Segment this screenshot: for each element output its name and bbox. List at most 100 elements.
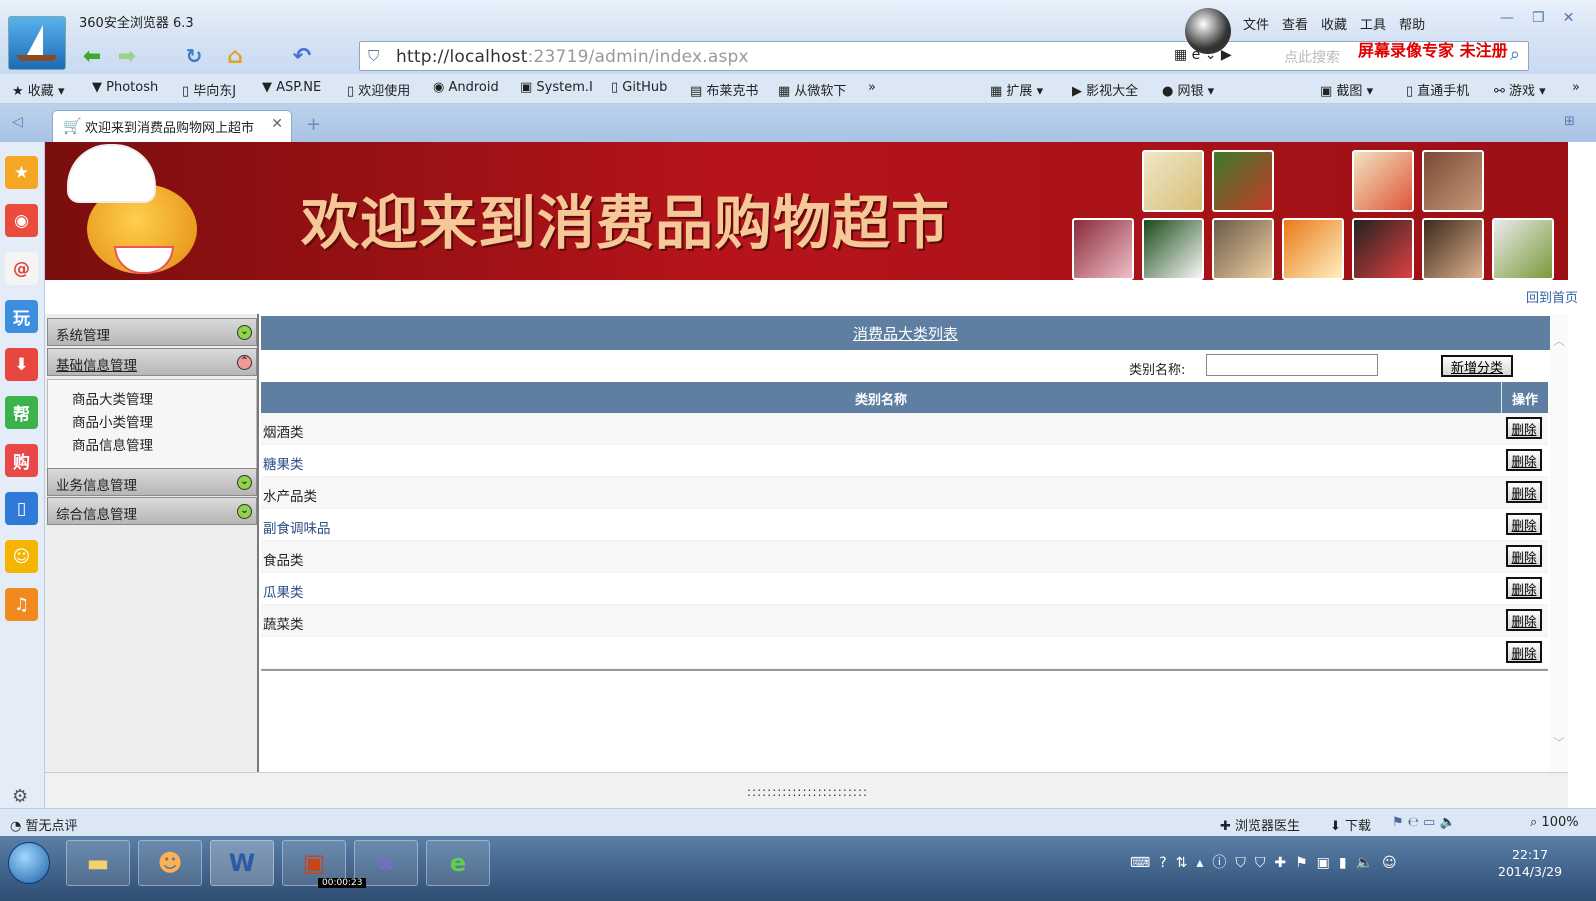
taskbar-app-icon[interactable]: ☻: [138, 840, 202, 886]
submenu-product-management[interactable]: 商品信息管理: [72, 434, 256, 457]
main-content: 消费品大类列表 类别名称: 新增分类 类别名称 操作 烟酒类 删除 糖果类 删除 水…: [261, 314, 1550, 772]
side-dock: ★ ◉ @ 玩 ⬇ 帮 购 ▯ ☺ ♫: [0, 142, 45, 822]
list-title-link[interactable]: 消费品大类列表: [853, 325, 958, 343]
back-arrow-icon[interactable]: ⬅: [78, 42, 106, 70]
reader-icon[interactable]: ▯: [5, 492, 38, 525]
download-icon[interactable]: ⬇: [5, 348, 38, 381]
menu-tools[interactable]: 工具: [1360, 14, 1386, 33]
bookmark-favorites[interactable]: ★ 收藏 ▾: [12, 80, 64, 99]
scroll-down-icon[interactable]: ﹀: [1553, 734, 1565, 751]
weibo-icon[interactable]: ◉: [5, 204, 38, 237]
bookmark-microsoft[interactable]: ▦ 从微软下: [778, 80, 846, 99]
sidebar-toggle-icon[interactable]: ◁: [12, 114, 23, 130]
bookmark-blake[interactable]: ▤ 布莱克书: [690, 80, 758, 99]
restore-icon[interactable]: ❐: [1532, 10, 1545, 26]
emoji-icon[interactable]: ☺: [5, 540, 38, 573]
frame-resize-handle[interactable]: ::::::::::::::::::::::::: [747, 785, 868, 799]
app-title: 360安全浏览器 6.3: [79, 16, 194, 31]
toolbar-phone[interactable]: ▯ 直通手机: [1406, 80, 1469, 99]
address-bar[interactable]: ⛉ http://localhost:23719/admin/index.asp…: [359, 41, 1529, 71]
toolbar-extensions[interactable]: ▦ 扩展 ▾: [990, 80, 1043, 99]
back-home-link[interactable]: 回到首页: [1526, 287, 1578, 306]
close-window-icon[interactable]: ✕: [1563, 10, 1575, 26]
address-url[interactable]: http://localhost:23719/admin/index.aspx: [396, 47, 749, 67]
tab-list-icon[interactable]: ⊞: [1564, 114, 1575, 129]
menu-section-general-info[interactable]: 综合信息管理 ⌄: [47, 497, 257, 525]
delete-button[interactable]: 删除: [1506, 417, 1542, 439]
delete-button[interactable]: 删除: [1506, 481, 1542, 503]
tab-bar: ◁ 🛒 欢迎来到消费品购物网上超市 ✕ + ⊞: [0, 104, 1596, 142]
bookmark-android[interactable]: ◉ Android: [433, 80, 499, 95]
menu-section-business-info[interactable]: 业务信息管理 ⌄: [47, 468, 257, 496]
delete-button[interactable]: 删除: [1506, 513, 1542, 535]
music-icon[interactable]: ♫: [5, 588, 38, 621]
category-name-input[interactable]: [1206, 354, 1378, 376]
start-button[interactable]: [8, 842, 50, 884]
delete-button[interactable]: 删除: [1506, 577, 1542, 599]
close-tab-icon[interactable]: ✕: [271, 116, 283, 132]
toolbar-more-icon[interactable]: »: [1572, 80, 1580, 95]
browser-doctor[interactable]: ✚ 浏览器医生: [1220, 815, 1300, 834]
scroll-up-icon[interactable]: ︿: [1553, 332, 1565, 349]
bookmark-system[interactable]: ▣ System.I: [520, 80, 593, 95]
delete-button[interactable]: 删除: [1506, 609, 1542, 631]
chef-mascot-icon: [49, 146, 199, 276]
toolbar-video[interactable]: ▶ 影视大全: [1072, 80, 1138, 99]
bookmarks-more-icon[interactable]: »: [868, 80, 876, 95]
table-row: 烟酒类 删除: [261, 413, 1548, 445]
play-icon[interactable]: 玩: [5, 300, 38, 333]
taskbar-browser-icon[interactable]: e: [426, 840, 490, 886]
refresh-icon[interactable]: ↻: [180, 42, 208, 70]
shopping-icon[interactable]: 购: [5, 444, 38, 477]
rating-status[interactable]: ◔ 暂无点评: [10, 815, 78, 834]
vertical-scrollbar[interactable]: ︿ ﹀: [1550, 314, 1568, 772]
new-tab-icon[interactable]: +: [306, 114, 321, 135]
add-category-button[interactable]: 新增分类: [1441, 355, 1513, 377]
tab-title: 欢迎来到消费品购物网上超市: [85, 121, 255, 136]
settings-gear-icon[interactable]: ⚙: [12, 786, 28, 807]
taskbar-clock[interactable]: 22:17 2014/3/29: [1498, 846, 1562, 880]
search-icon[interactable]: ⌕: [1510, 44, 1520, 65]
table-row: 蔬菜类 删除: [261, 605, 1548, 637]
bookmark-welcome[interactable]: ▯ 欢迎使用: [347, 80, 410, 99]
system-tray-icons[interactable]: ⌨?⇅▴ⓘ⛉⛉✚⚑▣▮🔈☺: [1130, 852, 1406, 872]
submenu-category-management[interactable]: 商品大类管理: [72, 388, 256, 411]
bookmarks-bar: ★ 收藏 ▾ ▼ Photosh ▯ 毕向东J ▼ ASP.NE ▯ 欢迎使用 …: [0, 74, 1596, 104]
windows-taskbar: ▬ ☻ W ▣ ∞ e 00:00:23 ⌨?⇅▴ⓘ⛉⛉✚⚑▣▮🔈☺ 22:17…: [0, 836, 1596, 901]
minimize-icon[interactable]: —: [1500, 10, 1514, 26]
basic-info-submenu: 商品大类管理 商品小类管理 商品信息管理: [47, 379, 257, 479]
bookmark-photoshop[interactable]: ▼ Photosh: [92, 80, 158, 95]
delete-button[interactable]: 删除: [1506, 545, 1542, 567]
bookmark-aspnet[interactable]: ▼ ASP.NE: [262, 80, 321, 95]
category-grid: 烟酒类 删除 糖果类 删除 水产品类 删除 副食调味品 删除 食品类 删除 瓜果类 删除 蔬…: [261, 413, 1548, 671]
delete-button[interactable]: 删除: [1506, 641, 1542, 663]
toolbar-netbank[interactable]: ● 网银 ▾: [1162, 80, 1214, 99]
menu-section-basic-info[interactable]: 基础信息管理 ⌃: [47, 348, 257, 376]
zoom-level[interactable]: ⌕ 100%: [1530, 815, 1579, 830]
bookmark-github[interactable]: ▯ GitHub: [611, 80, 667, 95]
toolbar-screenshot[interactable]: ▣ 截图 ▾: [1320, 80, 1373, 99]
status-tools-icons[interactable]: ⚑ ℮ ▭ 🔈: [1392, 815, 1456, 830]
taskbar-word-icon[interactable]: W: [210, 840, 274, 886]
forward-arrow-icon[interactable]: ➡: [113, 42, 141, 70]
favorites-star-icon[interactable]: ★: [5, 156, 38, 189]
menu-file[interactable]: 文件: [1243, 14, 1269, 33]
menu-help[interactable]: 帮助: [1399, 14, 1425, 33]
browser-status-bar: ◔ 暂无点评 ✚ 浏览器医生 ⬇ 下载 ⚑ ℮ ▭ 🔈 ⌕ 100%: [0, 808, 1596, 836]
submenu-subcategory-management[interactable]: 商品小类管理: [72, 411, 256, 434]
undo-icon[interactable]: ↶: [288, 42, 316, 70]
download-manager[interactable]: ⬇ 下载: [1330, 815, 1371, 834]
bookmark-bixiangdong[interactable]: ▯ 毕向东J: [182, 80, 236, 99]
menu-favorites[interactable]: 收藏: [1321, 14, 1347, 33]
taskbar-explorer-icon[interactable]: ▬: [66, 840, 130, 886]
home-icon[interactable]: ⌂: [221, 42, 249, 70]
search-input[interactable]: 点此搜索: [1284, 47, 1340, 67]
tab-active[interactable]: 🛒 欢迎来到消费品购物网上超市 ✕: [52, 110, 292, 142]
menu-view[interactable]: 查看: [1282, 14, 1308, 33]
menu-section-system[interactable]: 系统管理 ⌄: [47, 318, 257, 346]
list-title-bar: 消费品大类列表: [261, 316, 1550, 350]
delete-button[interactable]: 删除: [1506, 449, 1542, 471]
toolbar-games[interactable]: ⚯ 游戏 ▾: [1494, 80, 1546, 99]
help-icon[interactable]: 帮: [5, 396, 38, 429]
mail-icon[interactable]: @: [5, 252, 38, 285]
